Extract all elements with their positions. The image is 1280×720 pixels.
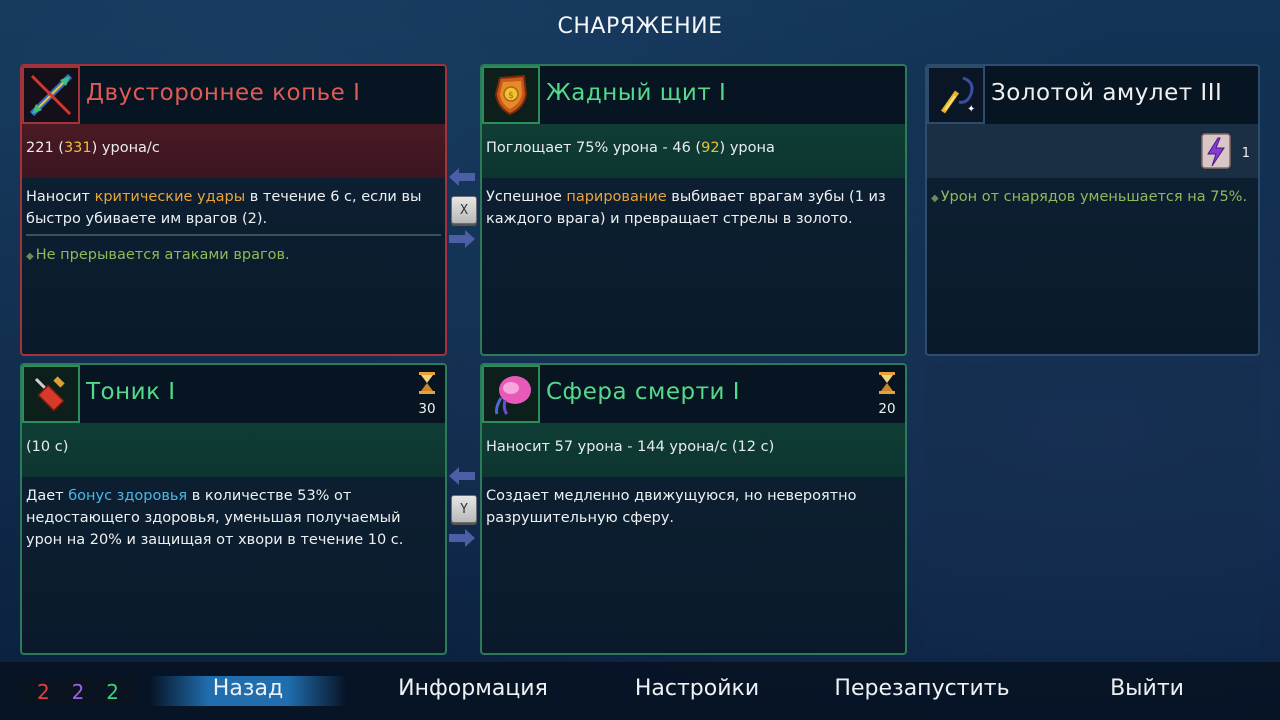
stat-highlight: 92 [701, 140, 720, 156]
hourglass-icon [419, 372, 435, 394]
card-spear[interactable]: Двустороннее копье I 221 (331) урона/с Н… [20, 64, 447, 356]
card-shield[interactable]: $ Жадный щит I Поглощает 75% урона - 46 … [480, 64, 907, 356]
desc-highlight: парирование [566, 189, 667, 205]
double-spear-icon [22, 66, 80, 124]
card-shield-description: Успешное парирование выбивает врагам зуб… [486, 186, 901, 230]
page-title: СНАРЯЖЕНИЕ [557, 14, 723, 39]
stat-text: ) урона/с [91, 140, 160, 156]
card-amulet[interactable]: ✦ Золотой амулет III 1 ◆ Урон от снарядов… [925, 64, 1260, 356]
counter-green: 2 [106, 680, 119, 704]
svg-text:$: $ [508, 91, 514, 101]
card-spear-stat: 221 (331) урона/с [22, 124, 445, 178]
card-sphere-name: Сфера смерти I [546, 379, 741, 405]
hourglass-icon [879, 372, 895, 394]
card-sphere-stat: Наносит 57 урона - 144 урона/с (12 с) [482, 423, 905, 477]
swap-skills-control[interactable]: Y [447, 465, 481, 553]
menu-settings-button[interactable]: Настройки [617, 676, 777, 706]
tonic-icon [22, 365, 80, 423]
arrow-right-icon [449, 230, 475, 248]
greedy-shield-icon: $ [482, 66, 540, 124]
bullet-icon: ◆ [26, 251, 34, 262]
card-tonic-stat: (10 с) [22, 423, 445, 477]
desc-highlight: бонус здоровья [68, 488, 188, 504]
arrow-right-icon [449, 529, 475, 547]
card-tonic-description: Дает бонус здоровья в количестве 53% от … [26, 485, 441, 551]
arrow-left-icon [449, 168, 475, 186]
swap-key-y[interactable]: Y [451, 495, 477, 523]
swap-weapons-control[interactable]: X [447, 166, 481, 254]
card-tonic[interactable]: Тоник I 30 (10 с) Дает бонус здоровья в … [20, 363, 447, 655]
card-sphere[interactable]: Сфера смерти I 20 Наносит 57 урона - 144… [480, 363, 907, 655]
card-amulet-note: ◆ Урон от снарядов уменьшается на 75%. [931, 186, 1254, 210]
card-amulet-name: Золотой амулет III [991, 80, 1223, 106]
swap-key-x[interactable]: X [451, 196, 477, 224]
scroll-count: 1 [1241, 146, 1250, 161]
scroll-icon [1196, 130, 1236, 176]
divider [26, 234, 441, 236]
menu-info-button[interactable]: Информация [383, 676, 563, 706]
death-sphere-icon [482, 365, 540, 423]
menu-back-button[interactable]: Назад [150, 676, 346, 706]
cooldown: 20 [875, 371, 899, 417]
card-shield-stat: Поглощает 75% урона - 46 (92) урона [482, 124, 905, 178]
counter-red: 2 [36, 680, 50, 704]
note-text: Не прерывается атаками врагов. [35, 247, 290, 263]
desc-text: Успешное [486, 189, 567, 205]
golden-amulet-icon: ✦ [927, 66, 985, 124]
card-sphere-description: Создает медленно движущуюся, но невероят… [486, 488, 857, 526]
stat-text: ) урона [719, 140, 775, 156]
bullet-icon: ◆ [931, 193, 939, 204]
cooldown: 30 [415, 371, 439, 417]
desc-highlight: критические удары [94, 189, 246, 205]
scroll-counters: 2 2 2 [20, 678, 136, 706]
menu-exit-button[interactable]: Выйти [1090, 676, 1204, 706]
stat-text: 221 ( [26, 140, 64, 156]
note-text: Урон от снарядов уменьшается на 75%. [940, 189, 1248, 205]
menu-restart-button[interactable]: Перезапустить [822, 676, 1022, 706]
card-spear-name: Двустороннее копье I [86, 80, 361, 106]
cooldown-value: 30 [418, 401, 436, 417]
stat-highlight: 331 [63, 140, 92, 156]
cooldown-value: 20 [878, 401, 896, 417]
desc-text: Дает [26, 488, 69, 504]
desc-text: Наносит [26, 189, 95, 205]
card-tonic-name: Тоник I [86, 379, 176, 405]
empty-slot [925, 363, 1260, 655]
svg-text:✦: ✦ [967, 104, 975, 115]
card-spear-description: Наносит критические удары в течение 6 с,… [26, 186, 441, 230]
card-shield-name: Жадный щит I [546, 80, 727, 106]
card-spear-note: ◆ Не прерывается атаками врагов. [26, 244, 441, 268]
arrow-left-icon [449, 467, 475, 485]
counter-purple: 2 [71, 680, 85, 704]
stat-text: Поглощает 75% урона - 46 ( [486, 140, 702, 156]
